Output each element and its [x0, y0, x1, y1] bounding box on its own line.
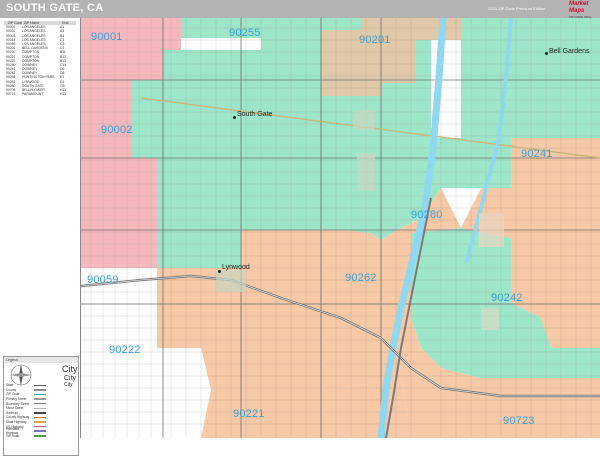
legend-item-swatch: [34, 412, 46, 414]
zip-label-90221: 90221: [233, 408, 265, 420]
legend-item-label: County Highway: [6, 415, 30, 420]
city-dot-lynwood: [218, 270, 221, 273]
legend-item-label: Boundary Street: [6, 401, 30, 406]
brand-logo: Market Maps ZIP CODE WALL MAP: [569, 1, 597, 23]
legend-item-swatch: [34, 425, 46, 428]
legend-item-label: County: [6, 387, 17, 392]
legend-item-label: ZIP Code: [6, 392, 20, 397]
zip-label-90002: 90002: [101, 124, 133, 136]
zip-label-90241: 90241: [521, 148, 553, 160]
title-bar: SOUTH GATE, CA 2023 ZIP Code Premium Edi…: [0, 0, 600, 23]
map-legend: Legend City City City State County ZIP Cod…: [3, 356, 79, 456]
legend-item-swatch: [34, 421, 46, 423]
left-panel: ZIP Code ZIP Name Grid 90001 LOS ANGELES A…: [0, 18, 80, 456]
park-downey: [479, 213, 504, 247]
legend-item-swatch: [34, 384, 46, 387]
zip-code-cell: 90723: [6, 92, 16, 97]
edition-label: 2023 ZIP Code Premium Edition: [488, 6, 546, 11]
zip-label-90723: 90723: [503, 415, 535, 427]
park-east: [357, 153, 375, 191]
zip-label-90255: 90255: [229, 27, 261, 39]
city-label-bell-gardens: Bell Gardens: [549, 48, 590, 55]
zip-label-90059: 90059: [87, 274, 119, 286]
legend-item-label: Railroad: [6, 410, 18, 415]
zip-table-row: 90723 PARAMOUNT H13: [4, 92, 76, 96]
legend-item-swatch: [34, 407, 46, 410]
zip-label-90262: 90262: [345, 272, 377, 284]
zip-index-table: ZIP Code ZIP Name Grid 90001 LOS ANGELES A…: [4, 21, 76, 96]
map-svg: [81, 18, 600, 438]
legend-item-label: Minor Street: [6, 406, 24, 411]
city-label-lynwood: Lynwood: [222, 264, 250, 271]
zip-label-90001: 90001: [91, 31, 123, 43]
legend-item-swatch: [34, 402, 46, 405]
legend-item-label: State Highway: [6, 420, 27, 425]
legend-city-large: City: [62, 364, 78, 374]
park-lynwood: [216, 270, 246, 292]
map-title: SOUTH GATE, CA: [6, 2, 104, 14]
zip-table-rows: 90001 LOS ANGELES A1 90002 LOS ANGELES A3 9000…: [4, 25, 76, 96]
legend-item-swatch: [34, 389, 46, 391]
legend-item-swatch: [34, 435, 46, 437]
zip-label-90222: 90222: [109, 344, 141, 356]
legend-city-medium: City: [64, 375, 77, 382]
legend-item-label: State: [6, 383, 14, 388]
park-south-gate: [353, 110, 375, 130]
legend-items: State County ZIP Code Primary Street Boundar…: [6, 383, 76, 438]
zip-area-90222: [81, 348, 211, 438]
legend-item-swatch: [34, 416, 46, 419]
zip-area-90201-east: [461, 18, 600, 98]
legend-item-label: Primary Street: [6, 397, 27, 402]
park-se: [481, 308, 499, 330]
legend-item-swatch: [34, 430, 46, 432]
zip-label-90201: 90201: [359, 34, 391, 46]
zip-grid-cell: H13: [60, 92, 67, 97]
zip-label-90242: 90242: [491, 292, 523, 304]
legend-item-label: Toll Road: [6, 433, 20, 438]
city-dot-bell-gardens: [545, 52, 548, 55]
zip-label-90280: 90280: [411, 209, 443, 221]
legend-item-swatch: [34, 398, 46, 400]
brand-name: Market Maps: [569, 1, 589, 14]
zip-name-cell: PARAMOUNT: [22, 92, 44, 97]
legend-item-swatch: [34, 393, 46, 396]
city-dot-south-gate: [233, 116, 236, 119]
legend-item: Toll Road: [6, 434, 76, 439]
city-label-south-gate: South Gate: [237, 111, 273, 118]
map-canvas[interactable]: 90001 90255 90201 90002 90241 90280 9026…: [80, 18, 600, 438]
